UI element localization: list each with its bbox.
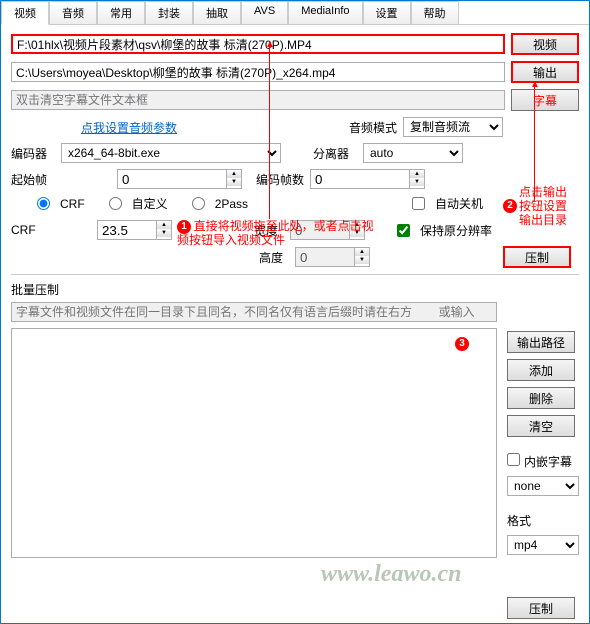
subtitle-button[interactable]: 字幕 xyxy=(511,89,579,111)
tab-common[interactable]: 常用 xyxy=(97,1,145,24)
embed-sub-checkbox[interactable] xyxy=(507,453,520,466)
width-spinner[interactable]: ▲▼ xyxy=(290,220,365,240)
auto-shutdown-checkbox[interactable] xyxy=(412,197,425,210)
crf-radio-label: CRF xyxy=(60,197,85,211)
frame-count-label: 编码帧数 xyxy=(256,171,304,188)
compress2-button[interactable]: 压制 xyxy=(507,597,575,619)
tab-bar: 视频 音频 常用 封装 抽取 AVS MediaInfo 设置 帮助 xyxy=(1,1,589,25)
video-button[interactable]: 视频 xyxy=(511,33,579,55)
demuxer-label: 分离器 xyxy=(313,145,357,162)
crf-label: CRF xyxy=(11,223,55,237)
crf-spinner[interactable]: ▲▼ xyxy=(97,220,172,240)
custom-radio[interactable] xyxy=(109,197,122,210)
demuxer-select[interactable]: auto xyxy=(363,143,463,163)
batch-input[interactable] xyxy=(11,302,497,322)
tab-audio[interactable]: 音频 xyxy=(49,1,97,24)
tab-mediainfo[interactable]: MediaInfo xyxy=(288,1,362,24)
start-frame-label: 起始帧 xyxy=(11,171,55,188)
output-button[interactable]: 输出 xyxy=(511,61,579,83)
tab-avs[interactable]: AVS xyxy=(241,1,288,24)
tab-help[interactable]: 帮助 xyxy=(411,1,459,24)
embed-sub-label: 内嵌字幕 xyxy=(524,455,572,469)
add-button[interactable]: 添加 xyxy=(507,359,575,381)
tab-settings[interactable]: 设置 xyxy=(363,1,411,24)
encoder-label: 编码器 xyxy=(11,145,55,162)
format-label: 格式 xyxy=(507,512,579,529)
height-label: 高度 xyxy=(259,249,289,266)
arrow-2 xyxy=(534,81,535,201)
tab-mux[interactable]: 封装 xyxy=(145,1,193,24)
delete-button[interactable]: 删除 xyxy=(507,387,575,409)
batch-list[interactable] xyxy=(11,328,497,558)
format-select[interactable]: mp4 xyxy=(507,535,579,555)
frame-count-spinner[interactable]: ▲▼ xyxy=(310,169,425,189)
start-frame-spinner[interactable]: ▲▼ xyxy=(117,169,242,189)
height-spinner[interactable]: ▲▼ xyxy=(295,247,370,267)
auto-shutdown-label: 自动关机 xyxy=(435,195,483,212)
subtitle-input[interactable] xyxy=(11,90,505,110)
custom-radio-label: 自定义 xyxy=(132,195,168,212)
twopass-radio[interactable] xyxy=(192,197,205,210)
twopass-radio-label: 2Pass xyxy=(215,197,248,211)
audio-params-link[interactable]: 点我设置音频参数 xyxy=(81,119,177,136)
arrow-1 xyxy=(269,41,270,219)
output-path-button[interactable]: 输出路径 xyxy=(507,331,575,353)
keep-res-checkbox[interactable] xyxy=(397,224,410,237)
crf-radio[interactable] xyxy=(37,197,50,210)
audio-mode-select[interactable]: 复制音频流 xyxy=(403,117,503,137)
compress-button[interactable]: 压制 xyxy=(503,246,571,268)
output-path-input[interactable] xyxy=(11,62,505,82)
keep-res-label: 保持原分辨率 xyxy=(420,222,492,239)
sub-mode-select[interactable]: none xyxy=(507,476,579,496)
video-path-input[interactable] xyxy=(11,34,505,54)
batch-label: 批量压制 xyxy=(11,281,579,298)
watermark: www.leawo.cn xyxy=(321,561,461,588)
encoder-select[interactable]: x264_64-8bit.exe xyxy=(61,143,281,163)
width-label: 宽度 xyxy=(254,222,284,239)
clear-button[interactable]: 清空 xyxy=(507,415,575,437)
audio-mode-label: 音频模式 xyxy=(349,119,397,136)
tab-extract[interactable]: 抽取 xyxy=(193,1,241,24)
tab-video[interactable]: 视频 xyxy=(1,1,49,25)
